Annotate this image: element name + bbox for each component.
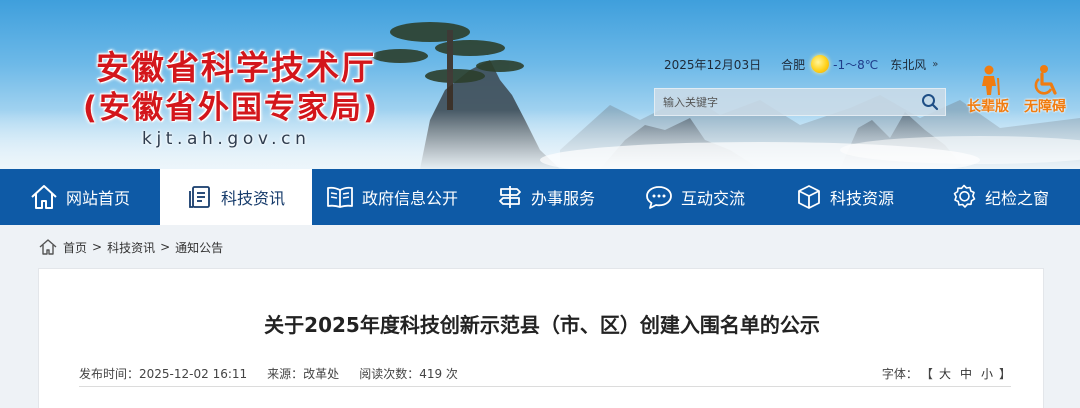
article-source: 改革处	[303, 367, 340, 381]
publish-time-label: 发布时间：	[79, 367, 140, 381]
date-weather-bar: 2025年12月03日 合肥 -1～8℃ 东北风 »	[664, 55, 938, 73]
wheelchair-icon	[1020, 64, 1070, 96]
chat-bubble-icon	[646, 186, 672, 209]
search-button[interactable]	[915, 89, 945, 115]
nav-item-discipline[interactable]: 纪检之窗	[920, 169, 1080, 225]
elder-person-icon	[963, 64, 1013, 96]
gear-badge-icon	[953, 184, 976, 208]
source-label: 来源：	[267, 367, 304, 381]
breadcrumb-home-icon	[39, 239, 57, 255]
service-signpost-icon	[499, 186, 521, 208]
elder-version-label: 长辈版	[967, 99, 1009, 115]
nav-item-home[interactable]: 网站首页	[0, 169, 160, 225]
site-title-line1: 安徽省科学技术厅	[96, 48, 376, 87]
weather-temperature: -1～8℃	[833, 57, 879, 72]
nav-label-tech-news: 科技资讯	[220, 189, 285, 208]
breadcrumb: 首页 > 科技资讯 > 通知公告	[38, 238, 223, 256]
nav-label-interaction: 互动交流	[680, 189, 745, 208]
news-document-icon	[189, 186, 210, 208]
nav-label-resources: 科技资源	[829, 189, 894, 208]
font-size-bracket-open: 【	[920, 367, 933, 381]
article-card: 关于2025年度科技创新示范县（市、区）创建入围名单的公示 发布时间： 2025…	[38, 268, 1044, 408]
font-size-small-button[interactable]: 小	[978, 365, 996, 382]
weather-city: 合肥	[781, 57, 806, 72]
sun-icon	[811, 55, 830, 73]
elder-version-link[interactable]: 长辈版	[963, 64, 1013, 116]
article-title: 关于2025年度科技创新示范县（市、区）创建入围名单的公示	[264, 313, 820, 337]
breadcrumb-separator: >	[160, 240, 171, 254]
resource-cube-icon	[798, 185, 820, 209]
breadcrumb-tech-news-link[interactable]: 科技资讯	[107, 239, 155, 256]
nav-item-interaction[interactable]: 互动交流	[620, 169, 770, 225]
nav-item-resources[interactable]: 科技资源	[770, 169, 920, 225]
open-book-icon	[327, 186, 353, 208]
nav-label-home: 网站首页	[65, 189, 130, 208]
breadcrumb-notice-link[interactable]: 通知公告	[175, 239, 223, 256]
home-icon	[31, 185, 57, 209]
font-size-bracket-close: 】	[998, 367, 1011, 381]
nav-item-tech-news[interactable]: 科技资讯	[160, 169, 312, 225]
search-box	[654, 88, 946, 116]
nav-item-services[interactable]: 办事服务	[472, 169, 620, 225]
main-nav: 网站首页 科技资讯 政府信息公开 办事服务 互动交流 科技资源 纪检之窗	[0, 169, 1080, 225]
site-title-line2: (安徽省外国专家局)	[82, 90, 380, 126]
article-meta: 发布时间： 2025-12-02 16:11 来源： 改革处 阅读次数： 419…	[79, 361, 1011, 387]
search-input[interactable]	[655, 89, 915, 115]
site-title: 安徽省科学技术厅 (安徽省外国专家局)	[76, 48, 396, 128]
breadcrumb-home-link[interactable]: 首页	[63, 239, 87, 256]
font-size-medium-button[interactable]: 中	[957, 365, 975, 382]
accessibility-link[interactable]: 无障碍	[1020, 64, 1070, 116]
accessibility-label: 无障碍	[1024, 99, 1066, 115]
publish-time: 2025-12-02 16:11	[139, 366, 248, 381]
nav-label-discipline: 纪检之窗	[984, 189, 1049, 208]
current-date: 2025年12月03日	[664, 57, 762, 72]
search-icon	[922, 94, 939, 111]
font-size-switcher: 字体： 【 大 中 小 】	[882, 365, 1011, 382]
font-size-large-button[interactable]: 大	[936, 365, 954, 382]
weather-wind: 东北风	[890, 57, 927, 72]
nav-label-gov-info: 政府信息公开	[361, 189, 458, 208]
nav-item-gov-info[interactable]: 政府信息公开	[312, 169, 472, 225]
nav-label-services: 办事服务	[530, 189, 595, 208]
breadcrumb-separator: >	[92, 240, 103, 254]
weather-more-icon[interactable]: »	[932, 59, 938, 70]
view-count: 419 次	[419, 367, 458, 381]
header-banner: 安徽省科学技术厅 (安徽省外国专家局) kjt.ah.gov.cn 2025年1…	[0, 0, 1080, 169]
font-size-label: 字体：	[881, 367, 918, 381]
views-label: 阅读次数：	[359, 367, 420, 381]
site-domain: kjt.ah.gov.cn	[142, 129, 311, 149]
